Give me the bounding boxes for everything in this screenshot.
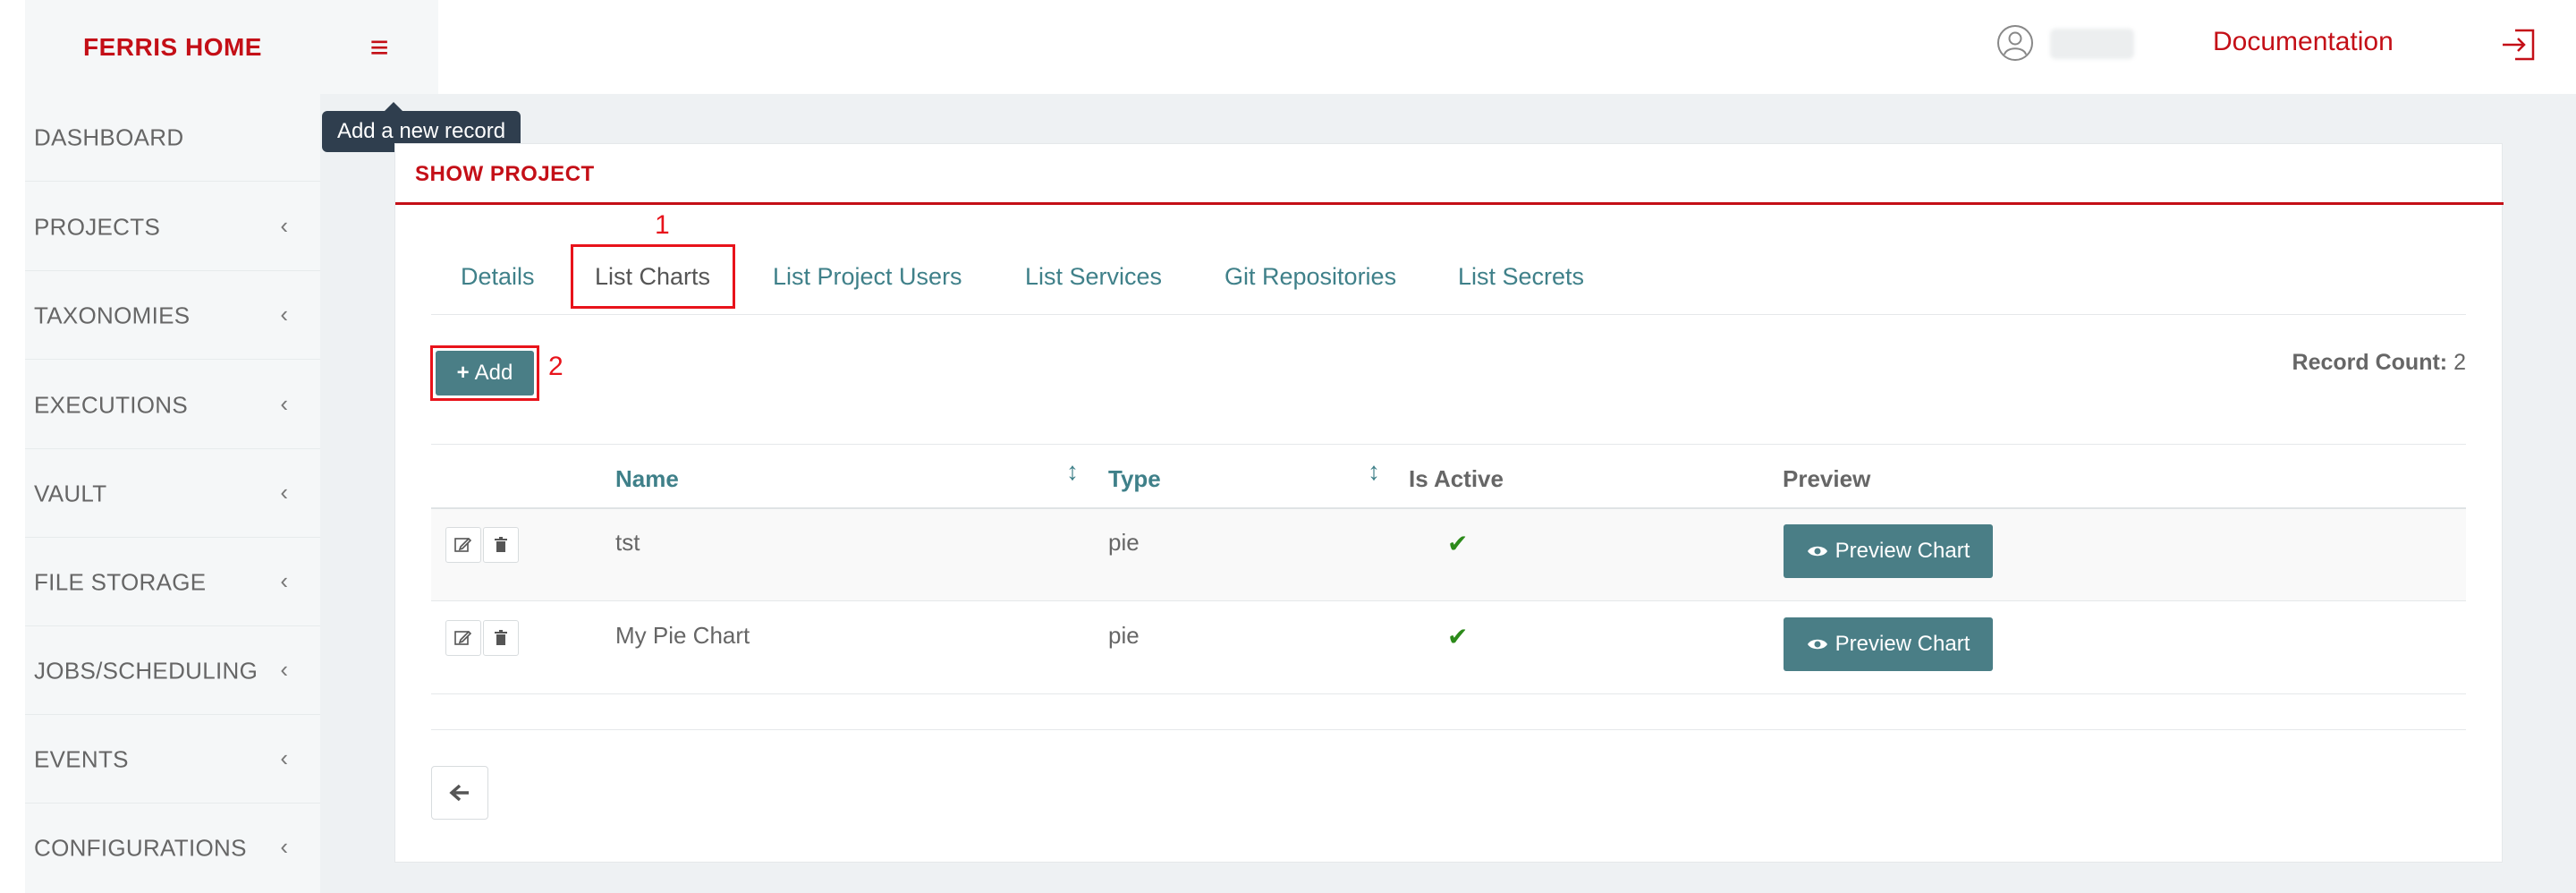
- documentation-link[interactable]: Documentation: [2213, 27, 2394, 57]
- project-panel: SHOW PROJECT 1 Details List Charts List …: [394, 143, 2504, 863]
- tab-list-secrets[interactable]: List Secrets: [1458, 263, 1584, 291]
- sidebar-item-label: TAXONOMIES: [34, 302, 191, 328]
- sidebar-item-label: FILE STORAGE: [34, 568, 207, 595]
- tabs-divider: [431, 314, 2466, 315]
- panel-title: SHOW PROJECT: [415, 162, 595, 186]
- sidebar-item-executions[interactable]: EXECUTIONS ‹: [25, 361, 320, 449]
- plus-icon: +: [456, 361, 470, 385]
- checkmark-icon: ✔: [1447, 530, 1469, 557]
- chevron-left-icon: ‹: [280, 211, 288, 239]
- record-count-value: 2: [2453, 350, 2466, 375]
- column-header-is-active: Is Active: [1409, 465, 1504, 492]
- edit-icon[interactable]: [445, 620, 481, 656]
- sidebar-item-taxonomies[interactable]: TAXONOMIES ‹: [25, 272, 320, 360]
- back-button[interactable]: [431, 766, 488, 820]
- tab-list-charts[interactable]: List Charts: [595, 263, 710, 291]
- sidebar-item-projects[interactable]: PROJECTS ‹: [25, 183, 320, 271]
- chevron-left-icon: ‹: [280, 300, 288, 327]
- logout-icon[interactable]: [2499, 25, 2538, 64]
- user-name-redacted: [2050, 29, 2134, 59]
- cell-name: tst: [615, 529, 640, 556]
- hamburger-menu-icon[interactable]: ≡: [320, 0, 438, 94]
- sidebar-item-label: EXECUTIONS: [34, 391, 189, 418]
- preview-chart-button[interactable]: Preview Chart: [1784, 524, 1993, 578]
- cell-type: pie: [1108, 529, 1140, 556]
- sort-icon[interactable]: ↕: [1368, 457, 1380, 486]
- tab-details[interactable]: Details: [461, 263, 535, 291]
- checkmark-icon: ✔: [1447, 623, 1469, 651]
- table-row: My Pie Chart pie ✔ Preview Chart: [431, 602, 2466, 694]
- eye-icon: [1807, 639, 1827, 650]
- arrow-left-icon: [449, 784, 469, 802]
- cell-type: pie: [1108, 622, 1140, 649]
- column-header-type[interactable]: Type: [1108, 465, 1161, 493]
- sidebar-item-dashboard[interactable]: DASHBOARD: [25, 94, 320, 182]
- cell-name: My Pie Chart: [615, 622, 750, 649]
- sidebar-item-jobs-scheduling[interactable]: JOBS/SCHEDULING ‹: [25, 627, 320, 715]
- table-bottom-border: [431, 729, 2466, 730]
- tab-git-repositories[interactable]: Git Repositories: [1224, 263, 1396, 291]
- edit-icon[interactable]: [445, 527, 481, 563]
- annotation-marker-1: 1: [655, 210, 670, 240]
- preview-chart-button[interactable]: Preview Chart: [1784, 617, 1993, 671]
- sidebar-item-label: EVENTS: [34, 745, 129, 772]
- column-header-name[interactable]: Name: [615, 465, 679, 493]
- chevron-left-icon: ‹: [280, 655, 288, 683]
- tab-list-project-users[interactable]: List Project Users: [773, 263, 962, 291]
- sidebar-item-configurations[interactable]: CONFIGURATIONS ‹: [25, 804, 320, 892]
- table-row: tst pie ✔ Preview Chart: [431, 509, 2466, 601]
- sidebar-item-label: DASHBOARD: [34, 123, 184, 150]
- chevron-left-icon: ‹: [280, 389, 288, 417]
- record-count-label: Record Count:: [2292, 350, 2448, 375]
- sidebar-item-label: VAULT: [34, 480, 107, 506]
- chevron-left-icon: ‹: [280, 744, 288, 771]
- column-header-preview: Preview: [1783, 465, 1871, 492]
- preview-chart-label: Preview Chart: [1835, 539, 1970, 563]
- preview-chart-label: Preview Chart: [1835, 632, 1970, 656]
- sidebar-item-file-storage[interactable]: FILE STORAGE ‹: [25, 539, 320, 626]
- panel-title-underline: [395, 202, 2504, 205]
- trash-icon[interactable]: [483, 620, 519, 656]
- table-top-border: [431, 444, 2466, 445]
- user-avatar-icon[interactable]: [1996, 24, 2034, 62]
- tab-list-services[interactable]: List Services: [1025, 263, 1162, 291]
- sort-icon[interactable]: ↕: [1066, 457, 1079, 486]
- sidebar: FERRIS HOME DASHBOARD PROJECTS ‹ TAXONOM…: [25, 0, 320, 893]
- trash-icon[interactable]: [483, 527, 519, 563]
- brand-logo[interactable]: FERRIS HOME: [25, 0, 320, 94]
- chevron-left-icon: ‹: [280, 478, 288, 506]
- chevron-left-icon: ‹: [280, 832, 288, 860]
- annotation-marker-2: 2: [548, 352, 564, 381]
- sidebar-item-vault[interactable]: VAULT ‹: [25, 450, 320, 538]
- sidebar-item-label: JOBS/SCHEDULING: [34, 657, 258, 684]
- add-button-label: Add: [474, 361, 513, 385]
- add-button[interactable]: + Add: [436, 351, 534, 395]
- sidebar-item-events[interactable]: EVENTS ‹: [25, 716, 320, 804]
- eye-icon: [1807, 546, 1827, 557]
- sidebar-item-label: PROJECTS: [34, 213, 161, 240]
- sidebar-item-label: CONFIGURATIONS: [34, 834, 247, 862]
- record-count: Record Count: 2: [2292, 350, 2466, 376]
- header-toggle-area: ≡: [320, 0, 438, 94]
- chevron-left-icon: ‹: [280, 566, 288, 594]
